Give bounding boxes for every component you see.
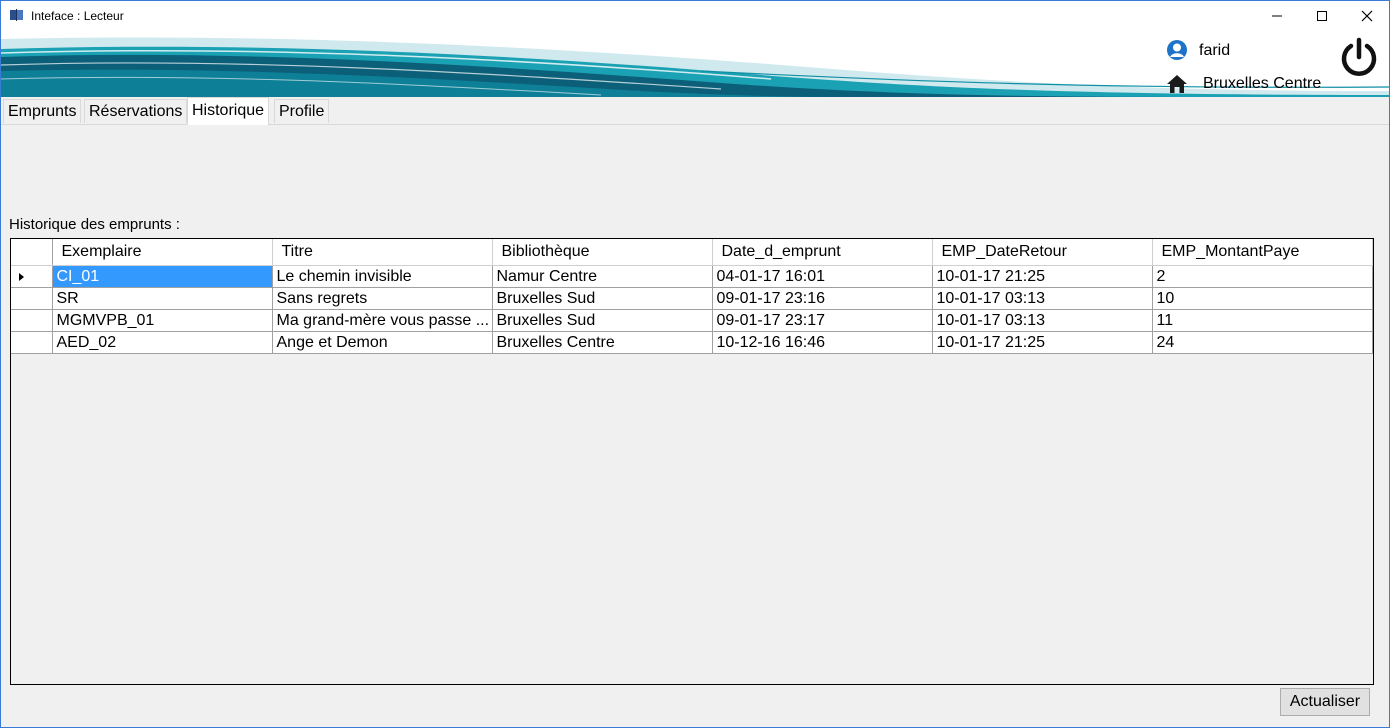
- column-header-bibliotheque[interactable]: Bibliothèque: [492, 239, 713, 266]
- cell-date-retour[interactable]: 10-01-17 03:13: [932, 287, 1153, 310]
- user-name: farid: [1199, 42, 1231, 59]
- cell-montant-paye[interactable]: 24: [1152, 331, 1373, 354]
- close-button[interactable]: [1344, 1, 1389, 31]
- maximize-icon: [1317, 11, 1327, 21]
- cell-exemplaire[interactable]: SR: [52, 287, 273, 310]
- history-table: Exemplaire Titre Bibliothèque Date_d_emp…: [11, 239, 1373, 354]
- app-window: Inteface : Lecteur farid Bruxelles Centr…: [0, 0, 1390, 728]
- cell-exemplaire[interactable]: CI_01: [52, 265, 273, 288]
- power-icon[interactable]: [1339, 37, 1379, 77]
- row-header[interactable]: [11, 331, 53, 354]
- tab-reservations[interactable]: Réservations: [84, 99, 188, 123]
- column-header-montant-paye[interactable]: EMP_MontantPaye: [1152, 239, 1373, 266]
- row-header[interactable]: [11, 265, 53, 288]
- column-header-exemplaire[interactable]: Exemplaire: [52, 239, 273, 266]
- user-icon: [1167, 40, 1187, 60]
- refresh-button[interactable]: Actualiser: [1280, 688, 1370, 716]
- window-title: Inteface : Lecteur: [31, 9, 124, 23]
- cell-titre[interactable]: Le chemin invisible: [272, 265, 493, 288]
- title-bar[interactable]: Inteface : Lecteur: [1, 1, 1389, 31]
- minimize-button[interactable]: [1254, 1, 1300, 31]
- cell-exemplaire[interactable]: MGMVPB_01: [52, 309, 273, 332]
- cell-bibliotheque[interactable]: Namur Centre: [492, 265, 713, 288]
- column-header-date-emprunt[interactable]: Date_d_emprunt: [712, 239, 933, 266]
- history-label: Historique des emprunts :: [9, 216, 180, 233]
- home-icon: [1167, 75, 1187, 93]
- cell-montant-paye[interactable]: 2: [1152, 265, 1373, 288]
- branch-name: Bruxelles Centre: [1203, 75, 1322, 92]
- cell-bibliotheque[interactable]: Bruxelles Sud: [492, 309, 713, 332]
- cell-date-retour[interactable]: 10-01-17 21:25: [932, 265, 1153, 288]
- close-icon: [1361, 10, 1373, 22]
- cell-exemplaire[interactable]: AED_02: [52, 331, 273, 354]
- cell-montant-paye[interactable]: 11: [1152, 309, 1373, 332]
- table-row[interactable]: MGMVPB_01 Ma grand-mère vous passe ... B…: [11, 309, 1373, 332]
- cell-montant-paye[interactable]: 10: [1152, 287, 1373, 310]
- column-header-date-retour[interactable]: EMP_DateRetour: [932, 239, 1153, 266]
- tab-emprunts[interactable]: Emprunts: [3, 99, 82, 123]
- cell-titre[interactable]: Ange et Demon: [272, 331, 493, 354]
- cell-date-emprunt[interactable]: 04-01-17 16:01: [712, 265, 933, 288]
- cell-date-emprunt[interactable]: 09-01-17 23:17: [712, 309, 933, 332]
- row-header[interactable]: [11, 309, 53, 332]
- history-grid[interactable]: Exemplaire Titre Bibliothèque Date_d_emp…: [10, 238, 1374, 685]
- maximize-button[interactable]: [1299, 1, 1345, 31]
- cell-bibliotheque[interactable]: Bruxelles Sud: [492, 287, 713, 310]
- row-header-corner: [11, 239, 53, 266]
- table-row[interactable]: CI_01 Le chemin invisible Namur Centre 0…: [11, 265, 1373, 288]
- minimize-icon: [1272, 15, 1282, 17]
- tab-historique[interactable]: Historique: [187, 97, 270, 125]
- tab-profile[interactable]: Profile: [274, 99, 330, 123]
- cell-date-emprunt[interactable]: 10-12-16 16:46: [712, 331, 933, 354]
- cell-date-retour[interactable]: 10-01-17 03:13: [932, 309, 1153, 332]
- app-icon: [10, 9, 23, 21]
- cell-titre[interactable]: Ma grand-mère vous passe ...: [272, 309, 493, 332]
- column-header-titre[interactable]: Titre: [272, 239, 493, 266]
- current-row-arrow-icon: [19, 272, 24, 281]
- cell-bibliotheque[interactable]: Bruxelles Centre: [492, 331, 713, 354]
- table-row[interactable]: SR Sans regrets Bruxelles Sud 09-01-17 2…: [11, 287, 1373, 310]
- tab-strip: Emprunts Réservations Historique Profile: [1, 97, 1389, 125]
- cell-date-emprunt[interactable]: 09-01-17 23:16: [712, 287, 933, 310]
- cell-date-retour[interactable]: 10-01-17 21:25: [932, 331, 1153, 354]
- table-row[interactable]: AED_02 Ange et Demon Bruxelles Centre 10…: [11, 331, 1373, 354]
- row-header[interactable]: [11, 287, 53, 310]
- header-row: Exemplaire Titre Bibliothèque Date_d_emp…: [11, 239, 1373, 266]
- cell-titre[interactable]: Sans regrets: [272, 287, 493, 310]
